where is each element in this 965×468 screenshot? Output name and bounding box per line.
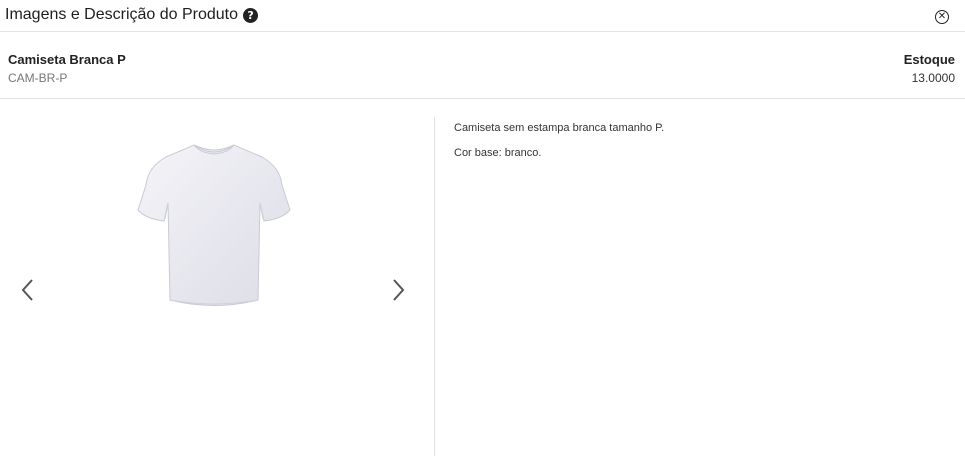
product-description: Camiseta sem estampa branca tamanho P. C…	[454, 122, 944, 172]
product-info-bar: Camiseta Branca P CAM-BR-P Estoque 13.00…	[0, 32, 965, 99]
description-paragraph: Cor base: branco.	[454, 147, 542, 159]
close-icon[interactable]: ✕	[935, 10, 949, 24]
vertical-divider	[434, 117, 435, 456]
product-name: Camiseta Branca P	[8, 52, 126, 67]
stock-value: 13.0000	[911, 71, 955, 85]
modal-header: Imagens e Descrição do Produto ? ✕	[0, 0, 965, 32]
description-paragraph: Camiseta sem estampa branca tamanho P.	[454, 122, 665, 134]
stock-label: Estoque	[903, 52, 955, 67]
product-sku: CAM-BR-P	[8, 71, 68, 85]
chevron-left-icon[interactable]	[17, 275, 37, 305]
chevron-right-icon[interactable]	[389, 275, 409, 305]
question-circle-icon[interactable]: ?	[243, 7, 259, 23]
modal-title: Imagens e Descrição do Produto ?	[5, 6, 259, 24]
image-gallery	[0, 99, 434, 468]
product-image	[132, 115, 296, 335]
modal-title-text: Imagens e Descrição do Produto	[5, 6, 239, 23]
